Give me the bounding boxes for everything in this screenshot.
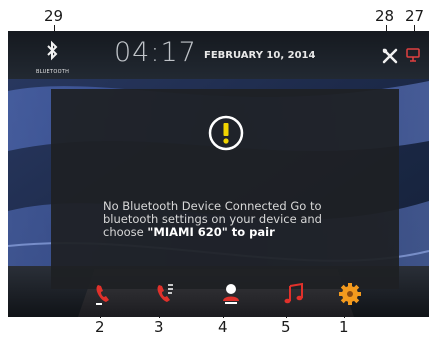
device-name: "MIAMI 620" to pair [147,225,275,239]
callout-28: 28 [375,7,395,25]
bluetooth-caption: BLUETOOTH [36,69,70,75]
dialog-message-line3: choose "MIAMI 620" to pair [103,226,363,239]
music-icon[interactable] [282,281,306,307]
clock: 04:17 [114,37,197,68]
phone-icon[interactable] [92,281,116,307]
callout-2: 2 [95,318,105,336]
callout-27: 27 [405,7,425,25]
bluetooth-icon[interactable] [46,39,58,63]
callout-4: 4 [218,318,228,336]
bluetooth-not-connected-dialog: No Bluetooth Device Connected Go to blue… [51,89,399,289]
call-log-icon[interactable] [153,281,177,307]
date: FEBRUARY 10, 2014 [204,50,316,61]
settings-gear-icon[interactable] [338,281,362,307]
callout-5: 5 [281,318,291,336]
display-icon[interactable] [406,47,420,63]
contacts-icon[interactable] [219,281,243,307]
callout-1: 1 [339,318,349,336]
head-unit-screen: BLUETOOTH 04:17 FEBRUARY 10, 2014 No Blu… [8,31,429,317]
dialog-message-line3-prefix: choose [103,225,148,239]
callout-29: 29 [44,7,64,25]
callout-3: 3 [154,318,164,336]
tools-icon[interactable] [382,48,398,64]
alert-icon [208,115,244,151]
dialog-message: No Bluetooth Device Connected Go to blue… [103,200,363,239]
